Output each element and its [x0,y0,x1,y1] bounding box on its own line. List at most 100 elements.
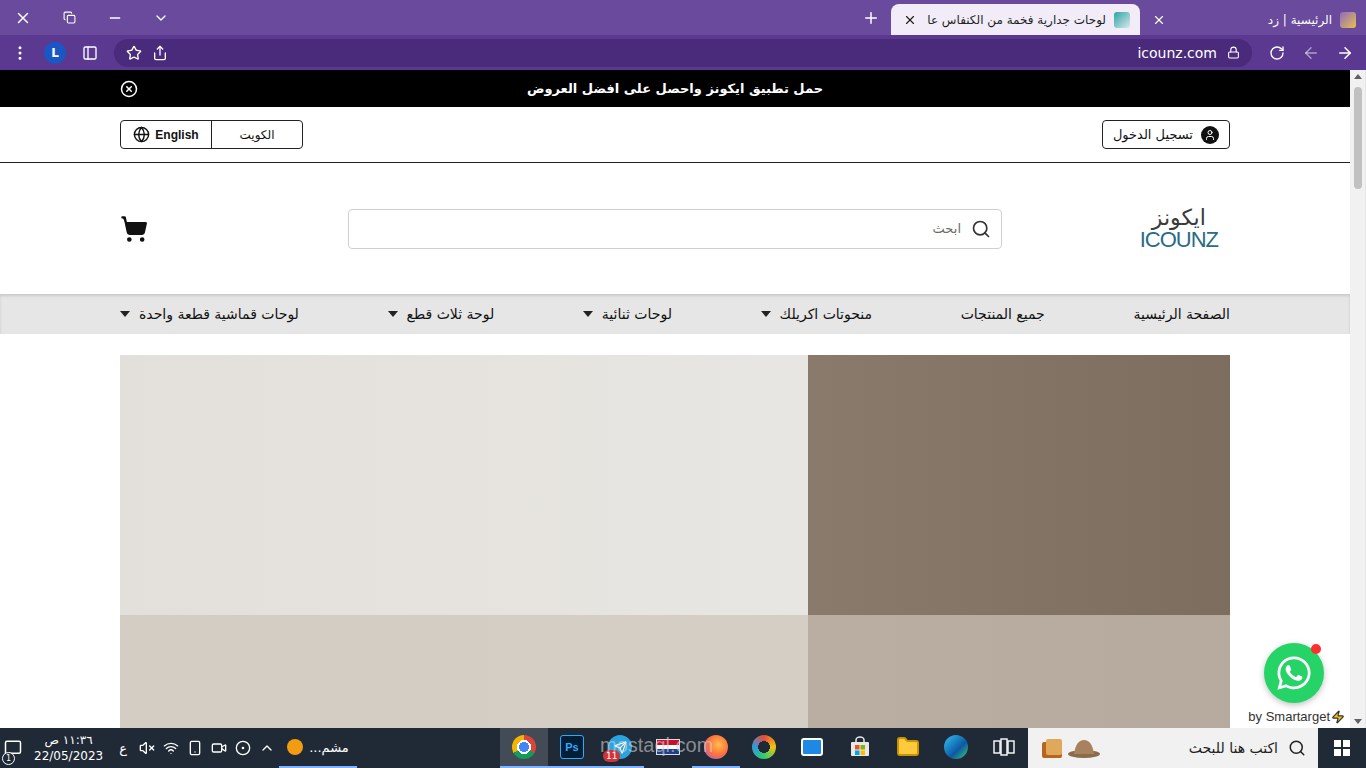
nav-item[interactable]: الصفحة الرئيسية [1133,306,1230,322]
mail-icon [800,735,824,759]
taskbar-app[interactable] [740,728,788,768]
reload-button[interactable] [1262,38,1292,68]
search-input[interactable] [359,220,963,237]
url-text: icounz.com [1137,45,1217,61]
profile-avatar[interactable]: L [44,42,66,64]
caret-down-icon [583,311,593,317]
nav-item[interactable]: منحوتات اكريلك [761,306,872,322]
country-button[interactable]: الكويت [211,121,302,148]
taskbar-app[interactable] [980,728,1028,768]
reload-icon [1269,45,1285,61]
input-language[interactable]: ع [111,728,135,768]
user-icon [1201,126,1219,144]
nav-item[interactable]: لوحات ثنائية [583,306,672,322]
smartarget-credit[interactable]: by Smartarget [1248,709,1345,724]
tab-title: الرئيسية | زد [1176,13,1332,27]
announcement-bar: حمل تطبيق ايكونز واحصل على افضل العروض [0,70,1350,107]
firefox-icon [704,735,728,759]
forward-button[interactable] [1296,38,1326,68]
whatsapp-button[interactable] [1264,643,1324,703]
whatsapp-icon [1275,654,1313,692]
tray-volume[interactable] [135,728,159,768]
taskbar-app[interactable] [644,728,692,768]
address-bar[interactable]: icounz.com [114,39,1252,67]
unread-dot [1311,644,1321,654]
taskbar-app[interactable] [884,728,932,768]
taskbar-app[interactable] [836,728,884,768]
notification-count: 1 [2,752,15,765]
browser-tab[interactable]: الرئيسية | زد [1140,4,1366,35]
back-button[interactable] [1330,38,1360,68]
volume-muted-icon [139,740,155,756]
scroll-thumb[interactable] [1354,87,1362,189]
app-badge: 11 [603,750,620,762]
taskbar-app[interactable] [788,728,836,768]
side-panel-icon [82,45,98,61]
scroll-up-icon[interactable] [1354,74,1362,79]
notification-center[interactable]: 1 [0,728,26,768]
search-highlight-icon [1040,734,1102,762]
tray-overflow[interactable] [255,728,279,768]
language-button[interactable]: English [121,121,211,148]
browser-tab[interactable]: لوحات جدارية فخمة من الكنفاس عا [891,4,1140,35]
vpn-icon [752,735,776,759]
tab-title: لوحات جدارية فخمة من الكنفاس عا [927,13,1106,27]
star-icon[interactable] [126,45,142,61]
nav-item[interactable]: جميع المنتجات [961,306,1045,322]
top-row: تسجيل الدخول الكويتEnglish [0,107,1350,163]
close-icon [1152,13,1166,27]
nav-item[interactable]: لوحات قماشية قطعة واحدة [120,306,299,322]
side-panel-button[interactable] [76,39,104,67]
lightning-icon [1331,710,1345,724]
wifi-icon [163,740,179,756]
scroll-down-icon[interactable] [1354,719,1362,724]
browser-toolbar: icounz.com L [0,35,1366,70]
store-icon [848,735,872,759]
announcement-close[interactable] [120,80,138,98]
tray-camera[interactable] [207,728,231,768]
chevron-down-icon [153,10,169,26]
tab-close-button[interactable] [1150,11,1168,29]
arrow-right-icon [1336,44,1354,62]
tray-device[interactable] [183,728,207,768]
taskbar-search[interactable]: اكتب هنا للبحث [1028,728,1318,768]
clock[interactable]: ١١:٣٦ ص22/05/2023 [26,728,111,768]
tray-network[interactable] [159,728,183,768]
login-button[interactable]: تسجيل الدخول [1102,120,1230,149]
minimize-button[interactable] [92,0,138,35]
search-field [348,209,1002,249]
favicon-icon [1114,12,1130,28]
globe-icon [133,126,150,143]
hero-banner[interactable] [120,355,1230,728]
close-window-button[interactable] [0,0,46,35]
taskbar-app[interactable] [500,728,548,768]
start-button[interactable] [1318,728,1366,768]
nav-item[interactable]: لوحة ثلاث قطع [388,306,495,322]
lock-icon [1227,46,1240,59]
web-page: حمل تطبيق ايكونز واحصل على افضل العروضتس… [0,70,1350,728]
tab-close-button[interactable] [901,11,919,29]
site-logo[interactable]: ايكونزICOUNZ [1140,207,1230,251]
taskbar-app[interactable] [692,728,740,768]
plus-icon [862,9,880,27]
screen: الرئيسية | زد لوحات جدارية فخمة من الكنفا… [0,0,1366,768]
caret-down-icon [120,311,130,317]
cart-button[interactable] [120,215,148,243]
taskbar-app[interactable] [932,728,980,768]
arrow-left-icon [1302,44,1320,62]
search-icon [1288,739,1306,757]
taskbar-app[interactable]: Ps [548,728,596,768]
menu-button[interactable] [6,39,34,67]
task-view-icon [993,737,1015,757]
tab-search-button[interactable] [138,0,184,35]
tray-record[interactable] [231,728,255,768]
restore-button[interactable] [46,0,92,35]
search-icon[interactable] [971,219,991,239]
close-circle-icon [120,80,138,98]
share-icon[interactable] [152,45,168,61]
running-app[interactable]: مشم... [279,728,357,768]
caret-down-icon [761,311,771,317]
taskbar-app[interactable]: 11 [596,728,644,768]
scrollbar[interactable] [1350,70,1366,728]
new-tab-button[interactable] [857,4,885,32]
